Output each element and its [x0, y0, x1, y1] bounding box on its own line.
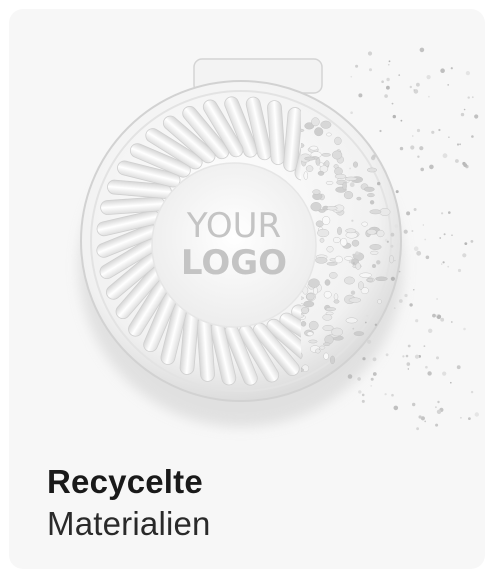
logo-text-your: YOUR [186, 206, 281, 246]
caption-title: Recycelte [47, 463, 203, 500]
product-card[interactable]: YOUR LOGO Recycelte Materialien [9, 9, 485, 569]
recycled-case-image: YOUR LOGO [79, 47, 479, 431]
caption-subtitle: Materialien [47, 505, 211, 542]
logo-text-logo: LOGO [181, 243, 287, 283]
